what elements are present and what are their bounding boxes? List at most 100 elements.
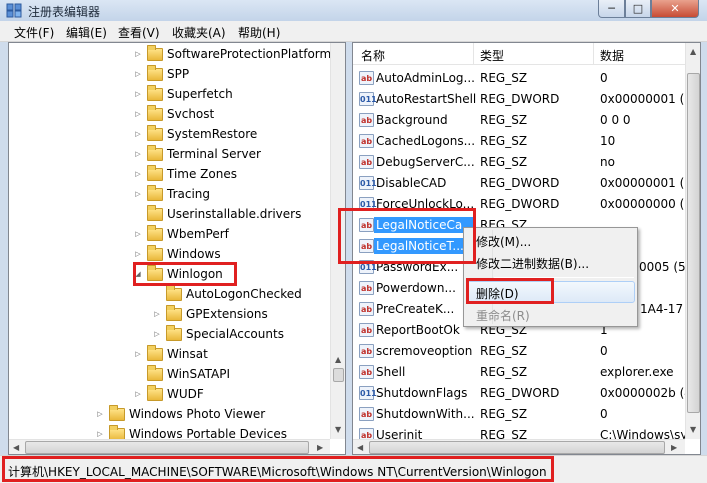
value-name: ReportBootOk: [376, 323, 460, 337]
expand-arrow-icon[interactable]: ▷: [95, 430, 105, 438]
expand-arrow-icon[interactable]: ▷: [133, 170, 143, 178]
scroll-down-arrow-icon[interactable]: ▼: [690, 425, 696, 434]
value-data: 0 0 0: [600, 113, 631, 127]
maximize-button[interactable]: □: [625, 0, 651, 18]
folder-icon: [166, 304, 182, 321]
expand-arrow-icon[interactable]: ▷: [133, 50, 143, 58]
list-horizontal-scrollbar[interactable]: ◀ ▶: [353, 439, 685, 454]
list-vertical-scrollbar[interactable]: ▲ ▼: [685, 43, 700, 439]
expand-arrow-icon[interactable]: ▷: [133, 190, 143, 198]
scroll-up-arrow-icon[interactable]: ▲: [690, 47, 696, 56]
menu-help[interactable]: 帮助(H): [238, 24, 280, 41]
value-row[interactable]: ab Shell REG_SZ explorer.exe: [353, 362, 685, 383]
column-divider[interactable]: [593, 43, 594, 65]
tree-item[interactable]: ▷ SystemRestore: [133, 124, 257, 144]
value-row[interactable]: 011 DisableCAD REG_DWORD 0x00000001 (1: [353, 173, 692, 194]
tree-hscroll-thumb[interactable]: [25, 441, 309, 454]
value-row[interactable]: 011 ForceUnlockLo... REG_DWORD 0x00000000 (…: [353, 194, 692, 215]
collapse-arrow-icon[interactable]: ◢: [133, 270, 143, 278]
value-row[interactable]: 011 ShutdownFlags REG_DWORD 0x0000002b (4: [353, 383, 692, 404]
expand-arrow-icon[interactable]: ▷: [133, 110, 143, 118]
tree-item[interactable]: ▷ Superfetch: [133, 84, 233, 104]
dword-value-icon: 011: [359, 197, 377, 211]
tree-item[interactable]: AutoLogonChecked: [152, 284, 302, 304]
list-scroll-thumb[interactable]: [687, 73, 700, 413]
scroll-right-arrow-icon[interactable]: ▶: [671, 443, 677, 452]
menu-file[interactable]: 文件(F): [14, 24, 54, 41]
value-name: Shell: [376, 365, 406, 379]
scroll-down-arrow-icon[interactable]: ▼: [335, 425, 341, 434]
menu-item-modify-binary[interactable]: 修改二进制数据(B)...: [476, 255, 589, 272]
scroll-left-arrow-icon[interactable]: ◀: [13, 443, 19, 452]
expand-arrow-icon[interactable]: ▷: [152, 310, 162, 318]
menu-view[interactable]: 查看(V): [118, 24, 160, 41]
tree-item[interactable]: ▷ Windows: [133, 244, 221, 264]
expand-arrow-icon[interactable]: ▷: [133, 390, 143, 398]
folder-icon: [147, 184, 163, 201]
tree-item[interactable]: WinSATAPI: [133, 364, 230, 384]
value-row[interactable]: 011 AutoRestartShell REG_DWORD 0x00000001 (…: [353, 89, 692, 110]
menu-item-modify[interactable]: 修改(M)...: [476, 233, 531, 250]
tree-scroll-thumb[interactable]: [333, 368, 344, 382]
column-header-type[interactable]: 类型: [480, 47, 504, 64]
tree-item[interactable]: ▷ Windows Photo Viewer: [95, 404, 265, 424]
folder-icon: [147, 204, 163, 221]
value-data: 0x00000001 (1: [600, 92, 692, 106]
folder-icon: [147, 364, 163, 381]
tree-item[interactable]: ▷ WbemPerf: [133, 224, 229, 244]
expand-arrow-icon[interactable]: ▷: [133, 130, 143, 138]
tree-vertical-scrollbar[interactable]: ▲ ▼: [330, 43, 345, 439]
expand-arrow-icon[interactable]: ▷: [133, 150, 143, 158]
tree-horizontal-scrollbar[interactable]: ◀ ▶: [9, 439, 330, 454]
tree-item-label: Winsat: [167, 347, 208, 361]
tree-item-label: Svchost: [167, 107, 215, 121]
value-data: 0005 (5: [639, 260, 686, 274]
expand-arrow-icon[interactable]: ▷: [133, 250, 143, 258]
expand-arrow-icon[interactable]: ▷: [95, 410, 105, 418]
tree-item[interactable]: ▷ WUDF: [133, 384, 204, 404]
tree-item[interactable]: ▷ SPP: [133, 64, 189, 84]
value-row[interactable]: ab ShutdownWith... REG_SZ 0: [353, 404, 685, 425]
expand-arrow-icon[interactable]: ▷: [133, 90, 143, 98]
folder-icon: [147, 164, 163, 181]
registry-key-tree[interactable]: ▷ SoftwareProtectionPlatform ▷ SPP ▷ Superf…: [8, 42, 346, 455]
value-name: ShutdownWith...: [376, 407, 475, 421]
scroll-left-arrow-icon[interactable]: ◀: [357, 443, 363, 452]
close-button[interactable]: ✕: [651, 0, 699, 18]
list-hscroll-thumb[interactable]: [369, 441, 665, 454]
tree-item[interactable]: ▷ Time Zones: [133, 164, 237, 184]
tree-item[interactable]: ▷ Tracing: [133, 184, 210, 204]
expand-arrow-icon[interactable]: ▷: [152, 330, 162, 338]
scroll-right-arrow-icon[interactable]: ▶: [317, 443, 323, 452]
expand-arrow-icon[interactable]: ▷: [133, 230, 143, 238]
tree-item[interactable]: ▷ SpecialAccounts: [152, 324, 284, 344]
expand-arrow-icon[interactable]: ▷: [133, 70, 143, 78]
column-header-name[interactable]: 名称: [361, 47, 385, 64]
expand-arrow-icon[interactable]: ▷: [133, 350, 143, 358]
value-data: 10: [600, 134, 616, 148]
value-row[interactable]: ab scremoveoption REG_SZ 0: [353, 341, 685, 362]
string-value-icon: ab: [359, 407, 374, 421]
tree-item[interactable]: ▷ Svchost: [133, 104, 214, 124]
menu-edit[interactable]: 编辑(E): [66, 24, 107, 41]
menu-separator: [494, 277, 634, 278]
column-divider[interactable]: [473, 43, 474, 65]
scroll-up-arrow-icon[interactable]: ▲: [335, 355, 341, 364]
folder-icon: [147, 124, 163, 141]
menu-item-rename: 重命名(R): [476, 309, 530, 323]
value-row[interactable]: ab CachedLogons... REG_SZ 10: [353, 131, 685, 152]
value-row[interactable]: ab AutoAdminLog... REG_SZ 0: [353, 68, 685, 89]
tree-item[interactable]: Userinstallable.drivers: [133, 204, 301, 224]
tree-item-label: Superfetch: [167, 87, 233, 101]
tree-item[interactable]: ▷ GPExtensions: [152, 304, 268, 324]
tree-item[interactable]: ▷ SoftwareProtectionPlatform: [133, 44, 331, 64]
menu-item-delete[interactable]: 删除(D): [476, 285, 519, 302]
menu-favorites[interactable]: 收藏夹(A): [172, 24, 226, 41]
tree-item[interactable]: ▷ Terminal Server: [133, 144, 261, 164]
minimize-button[interactable]: ─: [598, 0, 625, 18]
tree-item[interactable]: ▷ Winsat: [133, 344, 208, 364]
value-row[interactable]: ab Background REG_SZ 0 0 0: [353, 110, 685, 131]
value-row[interactable]: ab DebugServerC... REG_SZ no: [353, 152, 685, 173]
tree-item-winlogon[interactable]: ◢ Winlogon: [133, 264, 223, 284]
column-header-data[interactable]: 数据: [600, 47, 624, 64]
